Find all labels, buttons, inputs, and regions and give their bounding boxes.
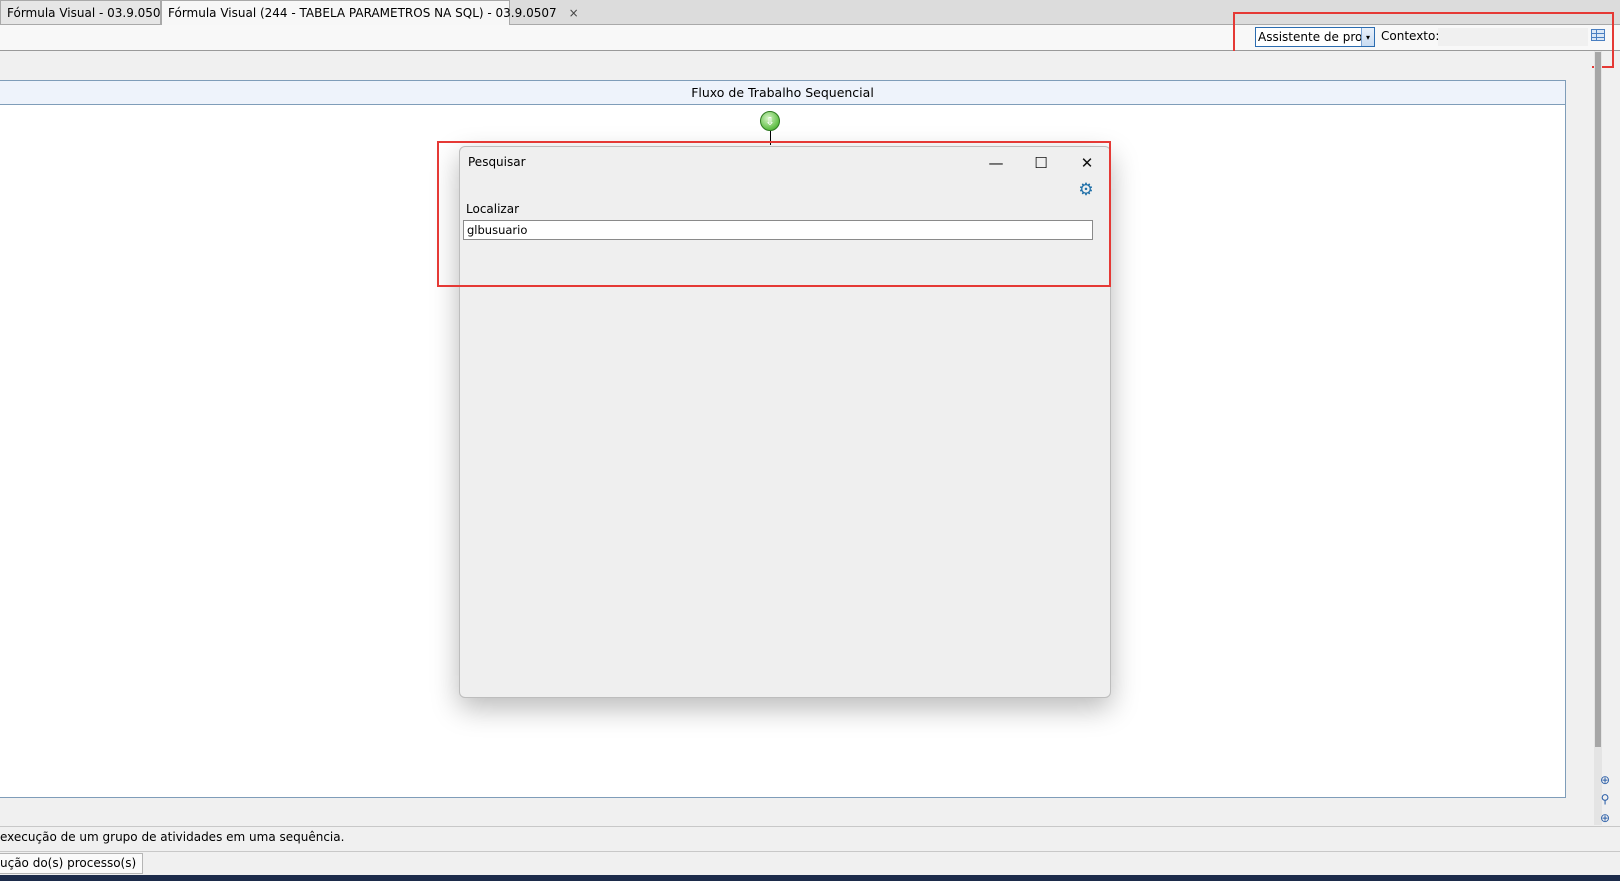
toolbar [0, 25, 1620, 51]
os-taskbar [0, 875, 1620, 881]
tab-formula-visual[interactable]: Fórmula Visual - 03.9.0507 × [0, 0, 190, 24]
gear-icon[interactable]: ⚙ [1076, 180, 1096, 200]
scrollbar-thumb[interactable] [1595, 52, 1601, 747]
search-icon[interactable]: ⚲ [1598, 792, 1612, 806]
tab-label: Fórmula Visual (244 - TABELA PARAMETROS … [168, 6, 557, 20]
pan-icon[interactable]: ⊕ [1598, 811, 1612, 825]
tab-close-icon[interactable]: × [569, 6, 579, 20]
close-icon[interactable]: ✕ [1067, 149, 1107, 177]
workflow-start-icon[interactable]: ⇩ [760, 111, 780, 131]
dialog-title: Pesquisar [468, 155, 526, 169]
tab-process-execution[interactable]: ução do(s) processo(s) [0, 853, 144, 874]
workflow-connector-line [770, 131, 771, 145]
context-label: Contexto: [1381, 29, 1440, 43]
zoom-icon[interactable]: ⊕ [1598, 773, 1612, 787]
chevron-down-icon[interactable]: ▾ [1361, 28, 1374, 46]
status-description: execução de um grupo de atividades em um… [0, 830, 345, 844]
search-dialog: Pesquisar — ☐ ✕ ⚙ Localizar [459, 146, 1111, 698]
dropdown-value: Assistente de proce [1258, 30, 1361, 44]
context-field[interactable] [1438, 28, 1588, 46]
table-icon[interactable] [1591, 29, 1605, 41]
process-assistant-dropdown[interactable]: Assistente de proce ▾ [1255, 27, 1375, 47]
minimize-icon[interactable]: — [976, 149, 1016, 177]
tab-formula-visual-244[interactable]: Fórmula Visual (244 - TABELA PARAMETROS … [161, 0, 579, 25]
search-input[interactable] [463, 220, 1093, 240]
maximize-icon[interactable]: ☐ [1021, 149, 1061, 177]
bottom-panel-strip [0, 851, 1620, 876]
search-label: Localizar [466, 202, 520, 216]
workflow-title: Fluxo de Trabalho Sequencial [0, 81, 1565, 105]
tab-label: Fórmula Visual - 03.9.0507 [7, 5, 169, 20]
